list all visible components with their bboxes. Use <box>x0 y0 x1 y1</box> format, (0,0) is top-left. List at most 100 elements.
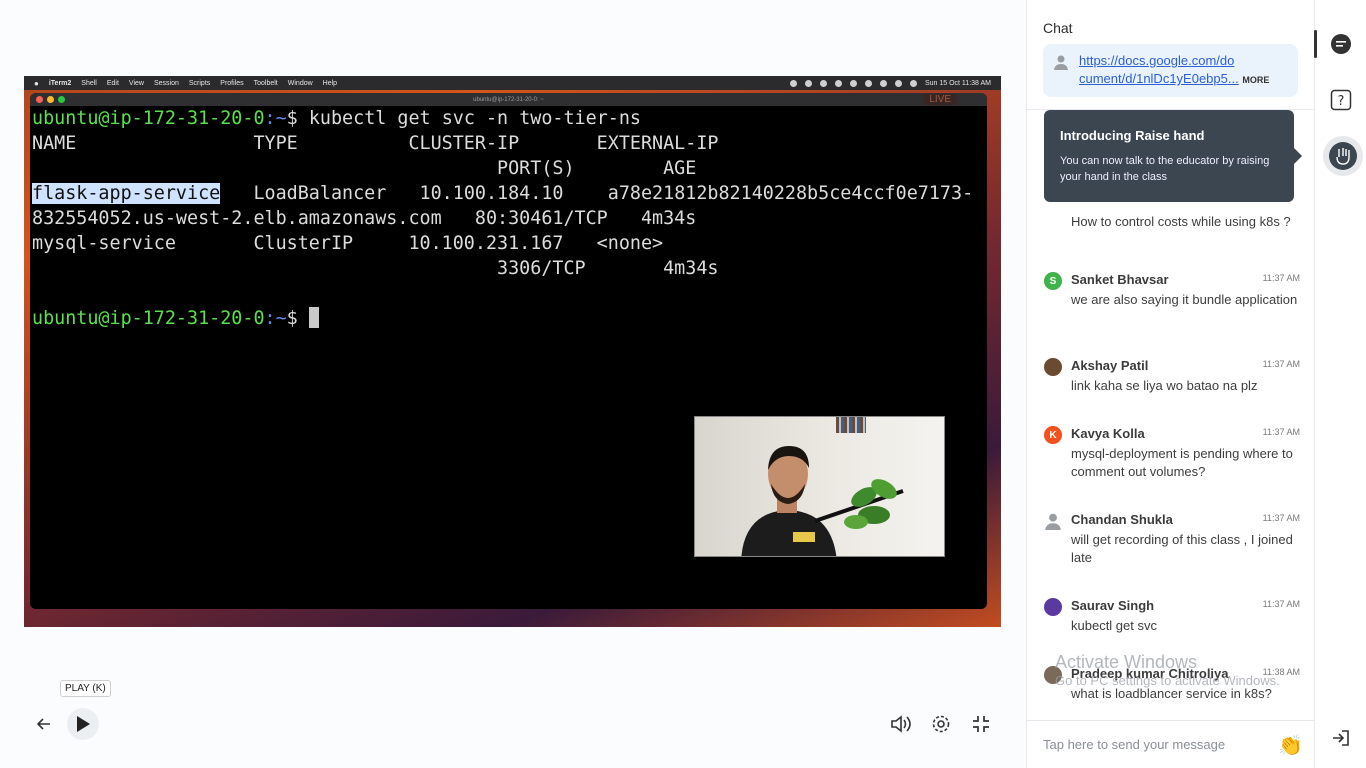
side-rail: ? <box>1314 0 1366 768</box>
menubar-item: Edit <box>106 79 119 87</box>
chat-tab-button[interactable] <box>1327 30 1355 58</box>
menubar-item: View <box>128 79 144 87</box>
pinned-ellipsis[interactable]: ... <box>1228 71 1239 86</box>
output-row: mysql-service ClusterIP 10.100.231.167 <… <box>32 233 664 254</box>
output-row: LoadBalancer 10.100.184.10 a78e21812b821… <box>220 183 974 204</box>
avatar: S <box>1044 272 1062 290</box>
prompt-path: :~ <box>264 308 287 329</box>
pinned-message[interactable]: https://docs.google.com/do cument/d/1nlD… <box>1043 44 1298 97</box>
message-text: How to control costs while using k8s ? <box>1071 214 1291 229</box>
gear-icon <box>932 715 950 733</box>
message-time: 11:37 AM <box>1262 599 1300 609</box>
status-icon <box>819 79 827 87</box>
exit-icon <box>1333 730 1349 746</box>
watermark-subtitle: Go to PC settings to activate Windows. <box>1055 673 1280 688</box>
more-button[interactable]: MORE <box>1242 75 1269 85</box>
message-composer[interactable]: Tap here to send your message 👏 <box>1027 720 1315 768</box>
arrow-left-icon <box>36 718 50 730</box>
chat-message: Akshay Patil 11:37 AM link kaha se liya … <box>1044 358 1300 395</box>
settings-button[interactable] <box>925 708 957 740</box>
chat-message: S Sanket Bhavsar 11:37 AM we are also sa… <box>1044 272 1300 309</box>
raise-hand-popup: Introducing Raise hand You can now talk … <box>1044 110 1302 202</box>
menubar-item: Window <box>287 79 313 87</box>
message-text: we are also saying it bundle application <box>1071 292 1298 307</box>
menubar-app: iTerm2 <box>48 79 72 87</box>
message-time: 11:37 AM <box>1262 513 1300 523</box>
chat-message: K Kavya Kolla 11:37 AM mysql-deployment … <box>1044 426 1300 481</box>
chat-icon <box>1331 34 1351 54</box>
play-button[interactable] <box>67 708 99 740</box>
live-badge: LIVE <box>923 94 957 105</box>
output-row-cont: 3306/TCP 4m34s <box>32 258 719 279</box>
message-text: link kaha se liya wo batao na plz <box>1071 378 1258 393</box>
clap-icon[interactable]: 👏 <box>1278 733 1303 758</box>
prompt-symbol: $ <box>286 308 309 329</box>
avatar: K <box>1044 426 1062 444</box>
terminal-titlebar: ubuntu@ip-172-31-20-0: ~ LIVE <box>30 93 987 106</box>
command-text: kubectl get svc -n two-tier-ns <box>308 108 641 129</box>
terminal-title: ubuntu@ip-172-31-20-0: ~ <box>473 96 544 103</box>
chat-title: Chat <box>1043 20 1073 36</box>
message-time: 11:37 AM <box>1262 273 1300 283</box>
plant <box>844 479 897 529</box>
search-icon <box>909 79 917 87</box>
selected-service-name: flask-app-service <box>32 183 221 204</box>
play-tooltip: PLAY (K) <box>60 680 111 697</box>
prompt-user: ubuntu@ip-172-31-20-0 <box>32 308 265 329</box>
doubts-tab-button[interactable]: ? <box>1327 86 1355 114</box>
menubar-item: Profiles <box>220 79 244 87</box>
menubar-clock: Sun 15 Oct 11:38 AM <box>924 79 991 87</box>
terminal-cursor <box>308 307 319 328</box>
avatar <box>1044 598 1062 616</box>
status-icon <box>864 79 872 87</box>
output-row-cont: 832554052.us-west-2.elb.amazonaws.com 80… <box>32 208 697 229</box>
prompt-path: :~ <box>264 108 287 129</box>
back-button[interactable] <box>28 708 60 740</box>
user-avatar-icon <box>1044 512 1062 530</box>
pinned-link-line2[interactable]: cument/d/1nlDc1yE0ebp5 <box>1079 71 1228 86</box>
apple-icon: ● <box>34 78 39 88</box>
exit-fullscreen-button[interactable] <box>965 708 997 740</box>
video-frame[interactable]: ● iTerm2 Shell Edit View Session Scripts… <box>24 76 1001 627</box>
status-icon <box>804 79 812 87</box>
collapse-icon <box>973 716 989 732</box>
svg-text:?: ? <box>1338 94 1345 109</box>
output-header: NAME TYPE CLUSTER-IP EXTERNAL-IP <box>32 133 719 154</box>
play-icon <box>77 716 90 732</box>
raise-hand-button[interactable] <box>1323 136 1363 176</box>
chat-message: Chandan Shukla 11:37 AM will get recordi… <box>1044 512 1300 567</box>
message-input[interactable]: Tap here to send your message <box>1043 737 1225 752</box>
message-time: 11:37 AM <box>1262 359 1300 369</box>
raise-hand-icon <box>1329 142 1357 170</box>
chat-message: Saurav Singh 11:37 AM kubectl get svc <box>1044 598 1300 635</box>
terminal-window: ubuntu@ip-172-31-20-0: ~ LIVE ubuntu@ip-… <box>30 93 987 609</box>
wifi-icon <box>894 79 902 87</box>
status-icon <box>879 79 887 87</box>
question-icon: ? <box>1330 89 1352 111</box>
menubar-status: Sun 15 Oct 11:38 AM <box>789 79 991 87</box>
bookshelf <box>836 417 866 433</box>
output-header-cont: PORT(S) AGE <box>32 158 697 179</box>
avatar <box>1044 358 1062 376</box>
message-text: will get recording of this class , I joi… <box>1071 532 1293 565</box>
terminal-output: ubuntu@ip-172-31-20-0:~$ kubectl get svc… <box>30 106 987 331</box>
mac-menubar: ● iTerm2 Shell Edit View Session Scripts… <box>24 76 1001 90</box>
message-text: mysql-deployment is pending where to com… <box>1071 446 1293 479</box>
volume-icon <box>891 715 911 733</box>
menubar-item: Shell <box>81 79 97 87</box>
chat-message: How to control costs while using k8s ? <box>1044 209 1300 231</box>
volume-button[interactable] <box>885 708 917 740</box>
pinned-link-line1[interactable]: https://docs.google.com/do <box>1079 53 1234 68</box>
educator-webcam <box>694 416 945 557</box>
player-area: ● iTerm2 Shell Edit View Session Scripts… <box>0 0 1026 768</box>
message-text: kubectl get svc <box>1071 618 1157 633</box>
leave-class-button[interactable] <box>1327 724 1355 752</box>
watermark-title: Activate Windows <box>1055 652 1198 672</box>
message-time: 11:37 AM <box>1262 427 1300 437</box>
prompt-user: ubuntu@ip-172-31-20-0 <box>32 108 265 129</box>
menubar-item: Session <box>153 79 179 87</box>
popup-title: Introducing Raise hand <box>1060 128 1205 143</box>
user-avatar-icon <box>1053 54 1069 75</box>
status-icon <box>789 79 797 87</box>
status-icon <box>849 79 857 87</box>
